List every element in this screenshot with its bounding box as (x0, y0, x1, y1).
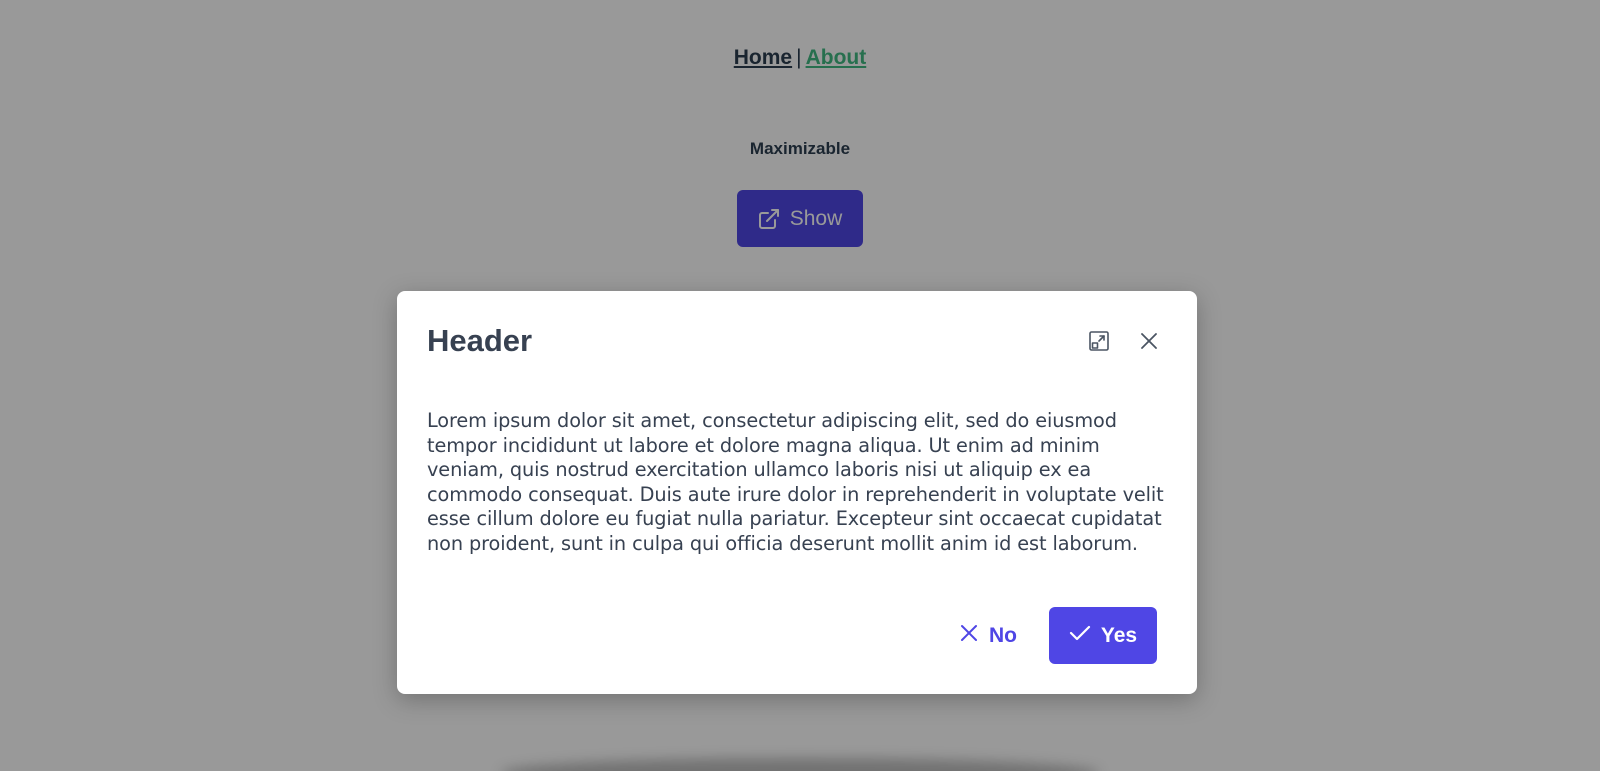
dialog-footer: No Yes (939, 607, 1157, 664)
page: Home | About Maximizable Show Header Lor… (0, 0, 1600, 771)
yes-button[interactable]: Yes (1049, 607, 1157, 664)
no-button-label: No (989, 623, 1017, 647)
dialog-header-icons (1081, 323, 1167, 359)
no-button[interactable]: No (939, 607, 1037, 664)
dialog-header: Header (427, 319, 1167, 363)
window-maximize-icon[interactable] (1081, 323, 1117, 359)
dialog-body-text: Lorem ipsum dolor sit amet, consectetur … (427, 409, 1164, 555)
yes-button-label: Yes (1100, 623, 1138, 647)
dialog-title: Header (427, 323, 533, 358)
close-icon[interactable] (1131, 323, 1167, 359)
check-icon (1069, 623, 1091, 649)
dialog: Header Lorem ipsum dolor sit amet, conse… (397, 291, 1197, 694)
times-icon (959, 623, 979, 649)
